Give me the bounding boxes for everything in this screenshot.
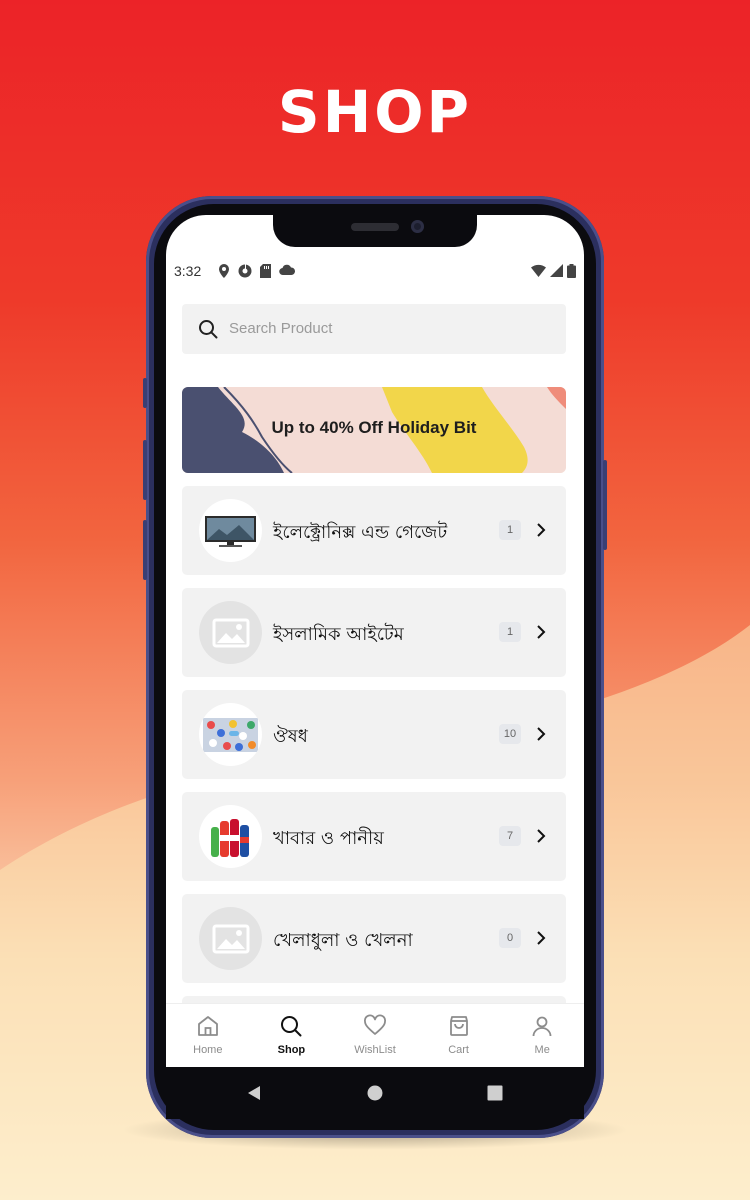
sd-card-icon (260, 264, 271, 278)
signal-icon (550, 264, 563, 277)
cart-icon (449, 1016, 468, 1036)
front-camera (411, 220, 424, 233)
volume-button-lower (143, 520, 147, 580)
category-item[interactable]: ইলেক্ট্রোনিক্স এন্ড গেজেট 1 (182, 486, 566, 575)
home-icon (197, 1016, 218, 1036)
cloud-icon (279, 264, 295, 276)
nav-wishlist[interactable]: WishList (333, 1004, 417, 1067)
volume-down-button (143, 440, 147, 500)
search-icon (199, 320, 218, 339)
status-time: 3:32 (174, 263, 202, 279)
category-count-badge: 1 (499, 520, 521, 540)
category-label: ইসলামিক আইটেম (273, 624, 404, 645)
category-thumbnail-pills (199, 703, 262, 766)
location-icon (219, 264, 229, 278)
bottom-navigation: Home Shop WishList Cart Me (166, 1003, 584, 1067)
image-placeholder-icon (212, 924, 250, 954)
nav-me-label: Me (534, 1044, 550, 1056)
category-count-badge: 7 (499, 826, 521, 846)
volume-up-button (143, 378, 147, 408)
banner-title: Up to 40% Off Holiday Bit (271, 418, 477, 437)
back-icon[interactable] (246, 1085, 262, 1101)
nav-shop[interactable]: Shop (250, 1004, 334, 1067)
nav-home[interactable]: Home (166, 1004, 250, 1067)
chevron-right-icon (537, 523, 546, 537)
notch (273, 215, 477, 247)
image-placeholder-icon (212, 618, 250, 648)
phone-screen: 3:32 Search Product Up to 40% Off Holida (166, 215, 584, 1067)
nav-me[interactable]: Me (500, 1004, 584, 1067)
battery-icon (567, 264, 576, 278)
heart-icon (364, 1014, 386, 1035)
category-thumbnail-tv (199, 499, 262, 562)
search-bar[interactable]: Search Product (182, 304, 566, 354)
page-title: SHOP (277, 78, 473, 146)
category-label: খেলাধুলা ও খেলনা (273, 930, 413, 951)
category-count-badge: 10 (499, 724, 521, 744)
category-list: ইলেক্ট্রোনিক্স এন্ড গেজেট 1 ইসলামিক আইটে… (182, 486, 566, 1067)
nav-home-label: Home (193, 1044, 223, 1056)
app-notification-icon (238, 264, 252, 278)
recents-icon[interactable] (487, 1085, 503, 1101)
category-item[interactable]: ঔষধ 10 (182, 690, 566, 779)
category-thumbnail-placeholder (199, 907, 262, 970)
category-thumbnail-placeholder (199, 601, 262, 664)
category-item[interactable]: খাবার ও পানীয় 7 (182, 792, 566, 881)
status-bar: 3:32 (174, 261, 576, 283)
category-count-badge: 1 (499, 622, 521, 642)
user-icon (532, 1016, 552, 1037)
chevron-right-icon (537, 931, 546, 945)
category-thumbnail-drinks (199, 805, 262, 868)
android-navigation-bar (166, 1067, 584, 1119)
home-button-icon[interactable] (367, 1085, 383, 1101)
chevron-right-icon (537, 829, 546, 843)
search-input[interactable]: Search Product (229, 320, 332, 337)
category-label: ঔষধ (273, 726, 308, 747)
category-count-badge: 0 (499, 928, 521, 948)
chevron-right-icon (537, 625, 546, 639)
nav-wishlist-label: WishList (354, 1044, 396, 1056)
nav-shop-label: Shop (277, 1044, 306, 1056)
category-label: ইলেক্ট্রোনিক্স এন্ড গেজেট (273, 522, 448, 543)
category-item[interactable]: ইসলামিক আইটেম 1 (182, 588, 566, 677)
speaker-grill (351, 223, 399, 231)
nav-cart-label: Cart (448, 1044, 469, 1056)
search-icon (281, 1016, 302, 1037)
category-item[interactable]: খেলাধুলা ও খেলনা 0 (182, 894, 566, 983)
nav-cart[interactable]: Cart (417, 1004, 501, 1067)
category-label: খাবার ও পানীয় (273, 828, 384, 849)
promo-banner[interactable]: Up to 40% Off Holiday Bit (182, 387, 566, 473)
chevron-right-icon (537, 727, 546, 741)
power-button (603, 460, 607, 550)
wifi-icon (531, 264, 546, 277)
